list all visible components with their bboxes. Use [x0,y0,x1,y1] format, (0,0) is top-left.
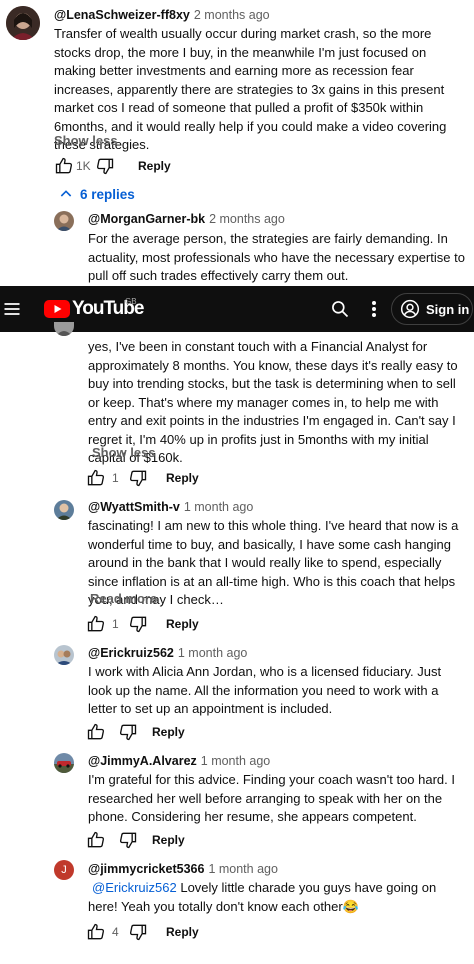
like-icon[interactable] [86,830,106,850]
replies-toggle[interactable]: 6 replies [58,186,135,202]
author-line: @jimmycricket5366 1 month ago [88,862,278,876]
region-code: GB [125,297,137,306]
dislike-icon[interactable] [128,614,148,634]
comment-actions: 4 [86,922,148,942]
youtube-logo-icon[interactable] [44,300,70,318]
like-count: 4 [112,925,119,939]
replies-count: 6 replies [80,186,135,202]
avatar[interactable] [54,322,74,336]
account-icon [400,299,420,319]
reply-button[interactable]: Reply [152,725,185,739]
reply-erick: @Erickruiz562 1 month ago I work with Ali… [0,642,474,742]
avatar[interactable] [54,753,74,773]
author-line: @JimmyA.Alvarez 1 month ago [88,754,270,768]
author-name[interactable]: @LenaSchweizer-ff8xy [54,8,190,22]
timestamp[interactable]: 1 month ago [184,500,254,514]
comment-text: @Erickruiz562 Lovely little charade you … [88,879,466,916]
reply-jimmycricket: J @jimmycricket5366 1 month ago @Erickrui… [0,858,474,958]
reply-hidden: yes, I've been in constant touch with a … [0,322,474,492]
author-name[interactable]: @MorganGarner-bk [88,212,205,226]
like-icon[interactable] [86,468,106,488]
reply-wyatt: @WyattSmith-v 1 month ago fascinating! I … [0,496,474,636]
reply-button[interactable]: Reply [138,159,171,173]
comment-actions [86,830,138,850]
author-line: @Erickruiz562 1 month ago [88,646,247,660]
comment-actions: 1 [86,468,148,488]
read-more-button[interactable]: Read more [90,591,157,606]
comment-text: I work with Alicia Ann Jordan, who is a … [88,664,442,716]
avatar[interactable] [54,500,74,520]
comment-text: I'm grateful for this advice. Finding yo… [88,772,455,824]
timestamp[interactable]: 1 month ago [178,646,248,660]
avatar[interactable] [54,645,74,665]
sign-in-button[interactable]: Sign in [391,293,473,325]
avatar-letter: J [61,864,67,876]
like-icon[interactable] [86,614,106,634]
reply-jimmy: @JimmyA.Alvarez 1 month ago I'm grateful … [0,750,474,850]
author-name[interactable]: @jimmycricket5366 [88,862,204,876]
author-line: @LenaSchweizer-ff8xy 2 months ago [54,8,270,22]
like-count: 1 [112,471,119,485]
reply-morgan: @MorganGarner-bk 2 months ago For the ave… [0,206,474,286]
mention-link[interactable]: @Erickruiz562 [92,880,177,895]
comment-actions: 1K [54,156,115,176]
timestamp[interactable]: 2 months ago [194,8,270,22]
timestamp[interactable]: 1 month ago [201,754,271,768]
like-count: 1K [76,159,91,173]
dislike-icon[interactable] [128,922,148,942]
reply-button[interactable]: Reply [166,617,199,631]
search-icon[interactable] [330,299,350,319]
comment-text: For the average person, the strategies a… [88,231,465,283]
more-icon[interactable] [366,299,382,319]
chevron-up-icon [58,186,74,202]
reply-button[interactable]: Reply [152,833,185,847]
sign-in-label: Sign in [426,301,470,317]
comment-lena: @LenaSchweizer-ff8xy 2 months ago Transfe… [0,0,474,186]
reply-button[interactable]: Reply [166,925,199,939]
like-icon[interactable] [54,156,74,176]
timestamp[interactable]: 2 months ago [209,212,285,226]
dislike-icon[interactable] [128,468,148,488]
avatar[interactable] [6,6,40,40]
author-line: @WyattSmith-v 1 month ago [88,500,253,514]
author-name[interactable]: @WyattSmith-v [88,500,180,514]
author-line: @MorganGarner-bk 2 months ago [88,212,285,226]
like-icon[interactable] [86,722,106,742]
comment-actions: 1 [86,614,148,634]
menu-icon[interactable] [2,299,22,319]
avatar[interactable] [54,211,74,231]
dislike-icon[interactable] [95,156,115,176]
timestamp[interactable]: 1 month ago [208,862,278,876]
reply-button[interactable]: Reply [166,471,199,485]
show-less-button[interactable]: Show less [54,133,118,148]
show-less-button[interactable]: Show less [92,445,156,460]
like-count: 1 [112,617,119,631]
dislike-icon[interactable] [118,830,138,850]
dislike-icon[interactable] [118,722,138,742]
author-name[interactable]: @Erickruiz562 [88,646,174,660]
like-icon[interactable] [86,922,106,942]
author-name[interactable]: @JimmyA.Alvarez [88,754,197,768]
avatar[interactable]: J [54,860,74,880]
comment-actions [86,722,138,742]
